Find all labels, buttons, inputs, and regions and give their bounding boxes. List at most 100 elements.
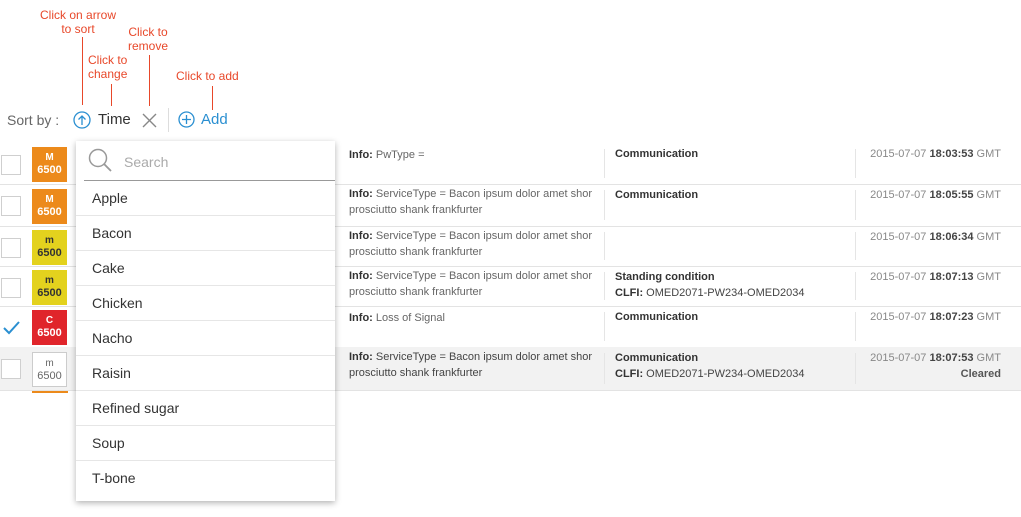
clfi-label: CLFI: [615, 287, 644, 299]
alarm-category: Communication [615, 146, 845, 162]
dropdown-item[interactable]: Chicken [76, 286, 335, 321]
severity-letter: m [45, 358, 54, 369]
alarm-info: Info: ServiceType = Bacon ipsum dolor am… [349, 349, 599, 381]
annotation-change: Click to change [88, 53, 127, 81]
checkmark-icon [3, 321, 20, 335]
severity-code: 6500 [37, 327, 62, 339]
timestamp-tz: GMT [973, 311, 1001, 323]
alarm-category: Communication CLFI: OMED2071-PW234-OMED20… [615, 350, 845, 382]
dropdown-item[interactable]: Apple [76, 181, 335, 216]
close-icon[interactable] [142, 113, 157, 128]
annotation-change-line1: Click to [88, 53, 128, 67]
info-label: Info: [349, 312, 373, 324]
info-label: Info: [349, 270, 373, 282]
timestamp-date: 2015-07-07 [870, 189, 930, 201]
category-text: Standing condition [615, 271, 715, 283]
severity-badge: m 6500 [32, 269, 67, 305]
annotation-remove-pointer [149, 55, 150, 106]
alarm-category: Standing condition CLFI: OMED2071-PW234-O… [615, 269, 845, 301]
alarm-timestamp: 2015-07-07 18:07:53 GMT Cleared [841, 350, 1001, 382]
dropdown-item[interactable]: Soup [76, 426, 335, 461]
info-text: PwType = [372, 149, 425, 161]
row-checkbox[interactable] [1, 359, 21, 379]
dropdown-item[interactable]: Cake [76, 251, 335, 286]
info-label: Info: [349, 351, 373, 363]
severity-badge: M 6500 [32, 147, 67, 182]
annotation-sort-pointer [82, 37, 83, 105]
row-checkbox[interactable] [1, 155, 21, 175]
info-text: ServiceType = Bacon ipsum dolor amet sho… [372, 270, 593, 282]
dropdown-item[interactable]: Raisin [76, 356, 335, 391]
annotation-add-pointer [212, 86, 213, 110]
dropdown-item[interactable]: Refined sugar [76, 391, 335, 426]
info-label: Info: [349, 149, 373, 161]
severity-letter: m [45, 274, 54, 286]
dropdown-item[interactable]: Nacho [76, 321, 335, 356]
annotation-add: Click to add [176, 69, 239, 83]
timestamp-tz: GMT [973, 148, 1001, 160]
severity-badge: m 6500 [32, 229, 67, 265]
column-divider [604, 232, 605, 260]
timestamp-tz: GMT [973, 189, 1001, 201]
timestamp-tz: GMT [973, 352, 1001, 364]
severity-letter: m [45, 234, 54, 246]
severity-code: 6500 [37, 205, 62, 218]
info-text: ServiceType = Bacon ipsum dolor amet sho… [372, 230, 593, 242]
timestamp-time: 18:05:55 [929, 189, 974, 201]
column-divider [604, 312, 605, 341]
column-divider [604, 272, 605, 300]
sort-arrow-up-icon[interactable] [73, 111, 91, 129]
alarm-info: Info: ServiceType = Bacon ipsum dolor am… [349, 268, 599, 300]
info-text-line2: prosciutto shank frankfurter [349, 286, 483, 298]
annotation-sort-line2: to sort [61, 22, 95, 36]
severity-letter: M [45, 152, 54, 163]
annotation-change-line2: change [88, 67, 128, 81]
annotation-remove-line2: remove [128, 39, 169, 53]
info-text: Loss of Signal [372, 312, 445, 324]
sort-field-dropdown: AppleBaconCakeChickenNachoRaisinRefined … [76, 141, 335, 501]
row-checkbox[interactable] [1, 196, 21, 216]
dropdown-search [76, 141, 335, 181]
annotation-sort: Click on arrow to sort [40, 8, 116, 36]
annotation-remove: Click to remove [128, 25, 168, 53]
column-divider [604, 149, 605, 178]
info-label: Info: [349, 188, 373, 200]
timestamp-tz: GMT [973, 271, 1001, 283]
severity-badge: m 6500 [32, 352, 67, 387]
row-checkbox[interactable] [1, 238, 21, 258]
clfi-value: OMED2071-PW234-OMED2034 [643, 368, 805, 380]
timestamp-date: 2015-07-07 [870, 231, 930, 243]
dropdown-item[interactable]: Bacon [76, 216, 335, 251]
alarm-timestamp: 2015-07-07 18:03:53 GMT [841, 146, 1001, 162]
alarm-timestamp: 2015-07-07 18:07:13 GMT [841, 269, 1001, 285]
category-text: Communication [615, 352, 699, 364]
severity-badge: C 6500 [32, 310, 67, 345]
info-text: ServiceType = Bacon ipsum dolor amet sho… [372, 188, 593, 200]
info-text: ServiceType = Bacon ipsum dolor amet sho… [372, 351, 593, 363]
info-text-line2: prosciutto shank frankfurter [349, 367, 483, 379]
alarm-timestamp: 2015-07-07 18:07:23 GMT [841, 309, 1001, 325]
alarm-info: Info: ServiceType = Bacon ipsum dolor am… [349, 228, 599, 260]
dropdown-search-input[interactable] [122, 149, 326, 175]
severity-letter: C [45, 315, 54, 326]
row-checkbox-checked[interactable] [1, 318, 21, 338]
severity-column-indicator [32, 391, 68, 393]
timestamp-time: 18:07:23 [929, 311, 974, 323]
dropdown-item[interactable]: T-bone [76, 461, 335, 496]
timestamp-date: 2015-07-07 [870, 271, 930, 283]
alarm-timestamp: 2015-07-07 18:05:55 GMT [841, 187, 1001, 203]
search-icon [88, 148, 112, 172]
timestamp-time: 18:06:34 [929, 231, 974, 243]
clfi-value: OMED2071-PW234-OMED2034 [643, 287, 805, 299]
info-text-line2: prosciutto shank frankfurter [349, 204, 483, 216]
alarm-category: Communication [615, 309, 845, 325]
info-label: Info: [349, 230, 373, 242]
alarm-category: Communication [615, 187, 845, 203]
status-badge: Cleared [960, 368, 1001, 380]
sort-field-button[interactable]: Time [98, 111, 131, 128]
column-divider [604, 353, 605, 384]
row-checkbox[interactable] [1, 278, 21, 298]
sort-bar: Sort by : Time Add [0, 108, 400, 132]
timestamp-date: 2015-07-07 [870, 311, 930, 323]
column-divider [604, 190, 605, 220]
